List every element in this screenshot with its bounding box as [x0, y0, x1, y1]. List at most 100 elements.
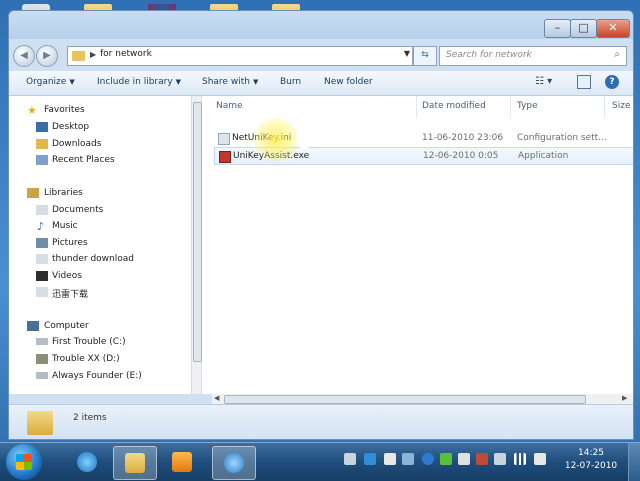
scrollbar-thumb[interactable] [193, 102, 202, 362]
tray-app-icon[interactable] [476, 453, 488, 465]
burn-button[interactable]: Burn [280, 77, 301, 87]
minimize-button[interactable]: – [544, 19, 571, 38]
drive-icon [36, 354, 48, 364]
tray-app-icon[interactable] [440, 453, 452, 465]
search-icon[interactable]: ⌕ [614, 49, 620, 60]
share-label: Share with [202, 77, 250, 87]
back-button[interactable]: ◀ [13, 45, 35, 67]
column-header-date[interactable]: Date modified [422, 101, 486, 111]
folder-icon [36, 287, 48, 297]
address-path[interactable]: for network [100, 49, 152, 59]
desktop-icon [36, 122, 48, 132]
taskbar: 14:25 12-07-2010 [0, 442, 640, 481]
scrollbar-thumb[interactable] [224, 395, 586, 404]
show-desktop-button[interactable] [628, 443, 640, 481]
nav-music[interactable]: Music [52, 221, 78, 231]
volume-icon[interactable] [534, 453, 546, 465]
downloads-icon [36, 139, 48, 149]
tray-app-icon[interactable] [494, 453, 506, 465]
new-folder-button[interactable]: New folder [324, 77, 373, 87]
column-divider[interactable] [604, 96, 605, 118]
refresh-button[interactable]: ⇆ [413, 46, 437, 66]
organize-button[interactable]: Organize ▼ [26, 77, 75, 87]
clock[interactable]: 14:25 12-07-2010 [564, 447, 618, 473]
nav-drive-c[interactable]: First Trouble (C:) [52, 337, 126, 347]
scroll-right-icon[interactable]: ▶ [622, 394, 627, 402]
help-icon[interactable]: ? [605, 75, 619, 89]
column-header-name[interactable]: Name [216, 101, 243, 111]
tray-app-icon[interactable] [422, 453, 434, 465]
scroll-left-icon[interactable]: ◀ [214, 394, 219, 402]
file-type: Configuration sett... [517, 133, 607, 143]
drive-icon [36, 372, 48, 379]
column-divider[interactable] [510, 96, 511, 118]
nav-desktop[interactable]: Desktop [52, 122, 89, 132]
internet-explorer-icon [77, 452, 97, 472]
breadcrumb-arrow-icon[interactable]: ▶ [90, 50, 96, 59]
nav-downloads[interactable]: Downloads [52, 139, 101, 149]
nav-xunlei-download[interactable]: 迅雷下载 [52, 287, 88, 300]
include-label: Include in library [97, 77, 173, 87]
horizontal-scrollbar[interactable]: ◀ ▶ [212, 394, 633, 404]
navigation-scrollbar[interactable] [191, 96, 202, 394]
item-count: 2 items [73, 413, 107, 423]
tray-app-icon[interactable] [402, 453, 414, 465]
column-header-type[interactable]: Type [517, 101, 538, 111]
folder-icon [27, 411, 53, 435]
recent-places-icon [36, 155, 48, 165]
file-date: 12-06-2010 0:05 [423, 151, 499, 161]
videos-icon [36, 271, 48, 281]
view-options-icon[interactable]: ☷ ▾ [535, 76, 552, 87]
nav-thunder-download[interactable]: thunder download [52, 254, 134, 264]
chevron-down-icon[interactable]: ▼ [404, 49, 410, 58]
settings-file-icon [218, 133, 230, 145]
tray-app-icon[interactable] [344, 453, 356, 465]
cursor-highlight [254, 118, 298, 162]
preview-pane-icon[interactable] [577, 75, 591, 89]
share-with-button[interactable]: Share with ▼ [202, 77, 258, 87]
nav-drive-d[interactable]: Trouble XX (D:) [52, 354, 120, 364]
taskbar-media-player[interactable] [161, 446, 203, 478]
tray-app-icon[interactable] [458, 453, 470, 465]
nav-drive-e[interactable]: Always Founder (E:) [52, 371, 142, 381]
nav-libraries[interactable]: Libraries [44, 188, 83, 198]
title-bar[interactable]: – □ ✕ [9, 11, 633, 39]
nav-recent-places[interactable]: Recent Places [52, 155, 115, 165]
start-button[interactable] [6, 444, 42, 480]
include-in-library-button[interactable]: Include in library ▼ [97, 77, 181, 87]
taskbar-explorer[interactable] [113, 446, 157, 480]
network-status-icon[interactable] [514, 453, 526, 465]
chevron-down-icon: ▼ [175, 78, 182, 86]
search-input[interactable]: Search for network ⌕ [439, 46, 627, 66]
clock-date: 12-07-2010 [564, 461, 618, 471]
network-icon [224, 453, 244, 473]
pictures-icon [36, 238, 48, 248]
file-type: Application [518, 151, 569, 161]
column-header-size[interactable]: Size [612, 101, 630, 111]
documents-icon [36, 205, 48, 215]
nav-documents[interactable]: Documents [52, 205, 103, 215]
folder-icon [125, 453, 145, 473]
clock-time: 14:25 [578, 448, 604, 458]
nav-pictures[interactable]: Pictures [52, 238, 88, 248]
maximize-button[interactable]: □ [570, 19, 597, 38]
libraries-icon [27, 188, 39, 198]
folder-icon [72, 51, 85, 61]
media-player-icon [172, 452, 192, 472]
close-button[interactable]: ✕ [596, 19, 630, 38]
forward-button[interactable]: ▶ [36, 45, 58, 67]
organize-label: Organize [26, 77, 67, 87]
details-pane: 2 items [9, 404, 633, 439]
address-row: ◀ ▶ ▶ for network ▼ ⇆ Search for network… [9, 41, 633, 69]
nav-videos[interactable]: Videos [52, 271, 82, 281]
address-bar[interactable]: ▶ for network ▼ [67, 46, 413, 66]
column-divider[interactable] [416, 96, 417, 118]
taskbar-network-app[interactable] [212, 446, 256, 480]
nav-computer[interactable]: Computer [44, 321, 89, 331]
application-icon [219, 151, 231, 163]
chevron-down-icon: ▼ [69, 78, 75, 86]
taskbar-internet-explorer[interactable] [66, 446, 108, 478]
nav-favorites[interactable]: Favorites [44, 105, 85, 115]
tray-app-icon[interactable] [364, 453, 376, 465]
tray-app-icon[interactable] [384, 453, 396, 465]
